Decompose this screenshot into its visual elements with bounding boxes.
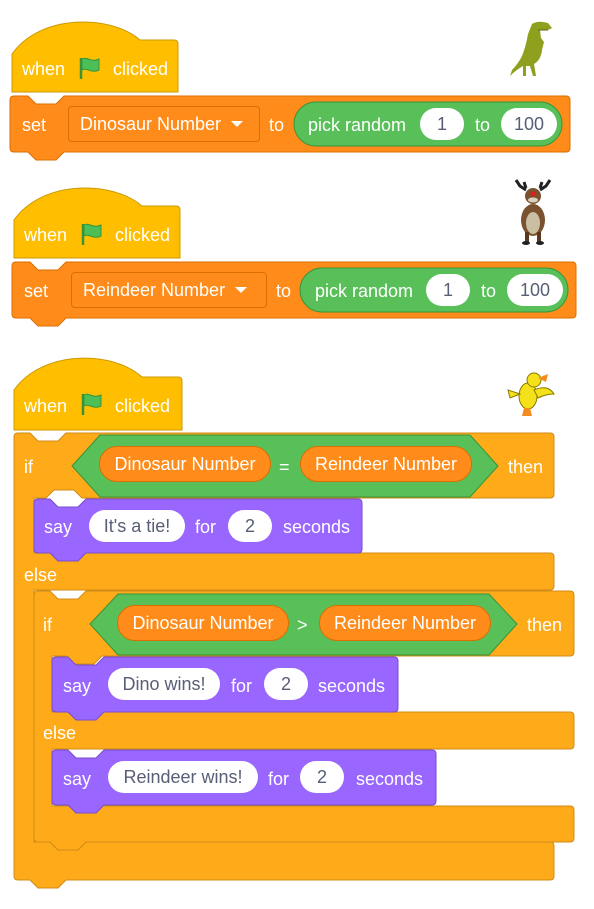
- random-from-input[interactable]: 1: [420, 108, 464, 140]
- greater-than-operator-label: >: [297, 615, 308, 635]
- if-label: if: [43, 615, 52, 635]
- pick-random-label: pick random: [315, 281, 414, 301]
- say-label: say: [63, 769, 92, 789]
- then-label: then: [527, 615, 563, 635]
- duck-sprite-icon: [507, 372, 555, 416]
- reindeer-number-reporter[interactable]: Reindeer Number: [300, 446, 472, 482]
- dinosaur-sprite-icon: [510, 21, 552, 76]
- variable-dropdown[interactable]: Dinosaur Number: [68, 106, 260, 142]
- say-for-label: for: [231, 676, 253, 696]
- seconds-label: seconds: [283, 517, 351, 537]
- say-label: say: [63, 676, 92, 696]
- say-seconds-input[interactable]: 2: [300, 761, 344, 793]
- reindeer-number-reporter[interactable]: Reindeer Number: [319, 605, 491, 641]
- say-for-label: for: [195, 517, 217, 537]
- pick-random-label: pick random: [308, 115, 407, 135]
- set-to-label: to: [269, 115, 285, 135]
- say-label: say: [44, 517, 73, 537]
- say-message-input[interactable]: Dino wins!: [108, 668, 220, 700]
- green-flag-icon: [81, 223, 102, 245]
- say-for-label: for: [268, 769, 290, 789]
- if-label: if: [24, 457, 33, 477]
- say-message-input[interactable]: It's a tie!: [89, 510, 185, 542]
- hat-clicked-label: clicked: [115, 225, 171, 245]
- seconds-label: seconds: [356, 769, 424, 789]
- then-label: then: [508, 457, 544, 477]
- say-seconds-input[interactable]: 2: [264, 668, 308, 700]
- else-label: else: [43, 723, 77, 743]
- random-to-input[interactable]: 100: [501, 108, 557, 140]
- variable-dropdown[interactable]: Reindeer Number: [71, 272, 267, 308]
- random-to-label: to: [481, 281, 497, 301]
- chevron-down-icon: [231, 121, 244, 127]
- green-flag-icon: [79, 57, 100, 79]
- variable-name: Reindeer Number: [83, 279, 226, 300]
- random-to-input[interactable]: 100: [507, 274, 563, 306]
- green-flag-icon: [81, 393, 102, 415]
- hat-clicked-label: clicked: [113, 59, 169, 79]
- set-label: set: [22, 115, 47, 135]
- hat-when-label: when: [22, 59, 66, 79]
- hat-when-label: when: [24, 225, 68, 245]
- hat-clicked-label: clicked: [115, 396, 171, 416]
- say-message-input[interactable]: Reindeer wins!: [108, 761, 258, 793]
- say-seconds-input[interactable]: 2: [228, 510, 272, 542]
- chevron-down-icon: [235, 287, 248, 293]
- dinosaur-number-reporter[interactable]: Dinosaur Number: [99, 446, 271, 482]
- random-from-input[interactable]: 1: [426, 274, 470, 306]
- random-to-label: to: [475, 115, 491, 135]
- seconds-label: seconds: [318, 676, 386, 696]
- hat-when-label: when: [24, 396, 68, 416]
- set-label: set: [24, 281, 49, 301]
- variable-name: Dinosaur Number: [80, 113, 222, 134]
- set-to-label: to: [276, 281, 292, 301]
- dinosaur-number-reporter[interactable]: Dinosaur Number: [117, 605, 289, 641]
- else-label: else: [24, 565, 58, 585]
- equals-operator-label: =: [279, 457, 290, 477]
- reindeer-sprite-icon: [514, 179, 552, 245]
